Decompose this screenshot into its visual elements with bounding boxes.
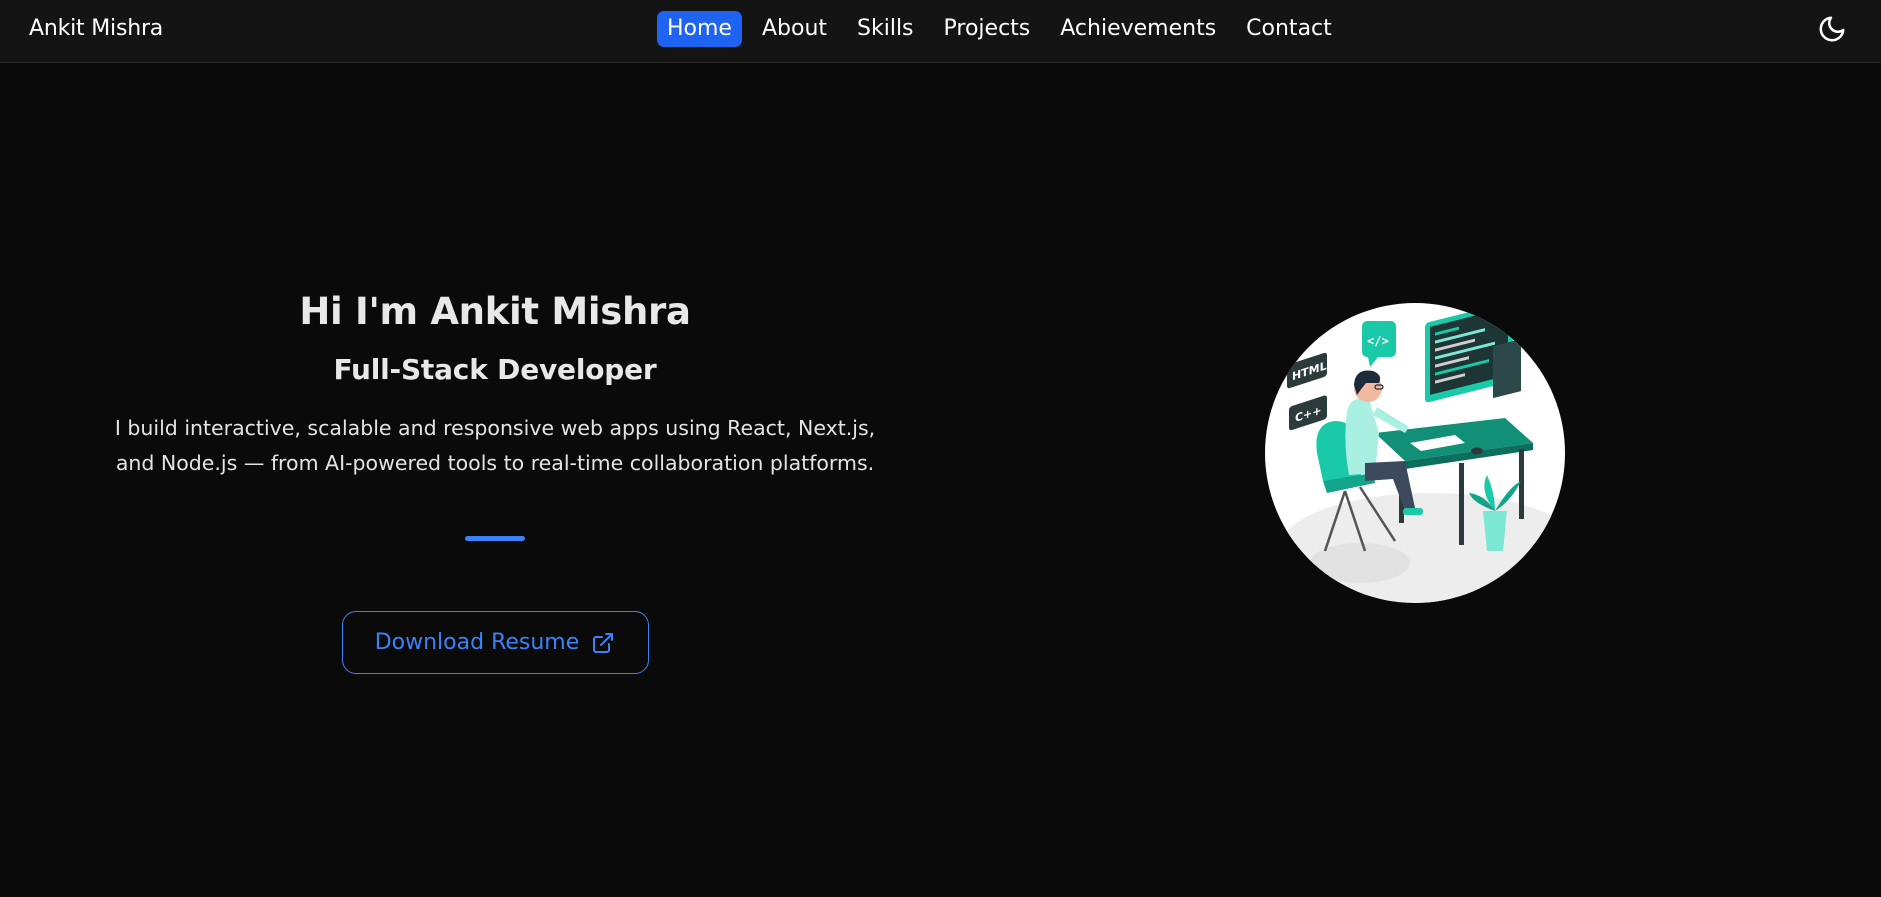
hero-title: Hi I'm Ankit Mishra [299, 290, 691, 333]
navbar: Ankit Mishra Home About Skills Projects … [0, 0, 1881, 63]
nav-item-home[interactable]: Home [657, 10, 742, 47]
hero-subtitle: Full-Stack Developer [333, 353, 657, 386]
theme-toggle-button[interactable] [1815, 12, 1849, 46]
nav-item-contact[interactable]: Contact [1236, 11, 1342, 47]
download-resume-label: Download Resume [374, 630, 580, 655]
nav-item-projects[interactable]: Projects [934, 11, 1041, 47]
developer-at-desk-illustration: HTML C++ </> [1280, 303, 1565, 603]
nav-links: Home About Skills Projects Achievements … [657, 10, 1352, 47]
nav-item-achievements[interactable]: Achievements [1050, 11, 1226, 47]
nav-item-about[interactable]: About [752, 11, 837, 47]
illustration-code-badge: </> [1367, 334, 1389, 348]
brand-name[interactable]: Ankit Mishra [29, 16, 163, 41]
hero-description: I build interactive, scalable and respon… [114, 416, 876, 475]
accent-divider [465, 536, 525, 541]
developer-illustration: HTML C++ </> [1265, 303, 1565, 603]
external-link-icon [593, 632, 614, 653]
download-resume-button[interactable]: Download Resume [341, 611, 649, 674]
nav-item-skills[interactable]: Skills [847, 11, 924, 47]
moon-icon [1819, 16, 1845, 42]
hero-section: Hi I'm Ankit Mishra Full-Stack Developer… [90, 290, 900, 674]
